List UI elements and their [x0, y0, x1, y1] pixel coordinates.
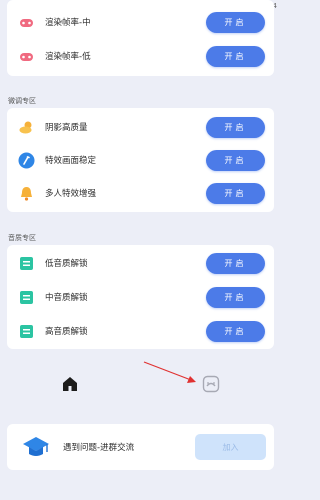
section-title: 微调专区: [8, 97, 36, 105]
list-item: 高音质解锁 开启: [7, 314, 274, 348]
row-label: 中音质解锁: [45, 293, 88, 303]
bell-icon: [18, 185, 35, 202]
enable-button[interactable]: 开启: [206, 320, 265, 342]
list-item: 阴影高质量 开启: [7, 110, 274, 144]
equalizer-icon: [18, 323, 35, 340]
equalizer-icon: [18, 255, 35, 272]
row-label: 渲染帧率-低: [45, 52, 91, 62]
row-label: 低音质解锁: [45, 259, 88, 269]
cloud-sun-icon: [18, 119, 35, 136]
section-title: 音质专区: [8, 234, 36, 242]
micro-card: 阴影高质量 开启 特效画面稳定 开启 多人特效增强 开启: [7, 108, 274, 212]
row-label: 渲染帧率-中: [45, 18, 91, 28]
list-item: 渲染帧率-中 开启: [7, 5, 274, 39]
enable-button[interactable]: 开启: [206, 149, 265, 171]
enable-button[interactable]: 开启: [206, 286, 265, 308]
enable-button[interactable]: 开启: [206, 252, 265, 274]
graduation-cap-icon: [21, 432, 51, 462]
enable-button[interactable]: 开启: [206, 116, 265, 138]
list-item: 低音质解锁 开启: [7, 246, 274, 280]
list-item: 渲染帧率-低 开启: [7, 39, 274, 73]
gamepad-icon: [18, 48, 35, 65]
row-label: 多人特效增强: [45, 189, 97, 199]
enable-button[interactable]: 开启: [206, 45, 265, 67]
render-card: 渲染帧率-中 开启 渲染帧率-低 开启: [7, 0, 274, 76]
join-button[interactable]: 加入: [195, 434, 266, 460]
row-label: 特效画面稳定: [45, 156, 97, 166]
audio-card: 低音质解锁 开启 中音质解锁 开启 高音质解锁 开启: [7, 245, 274, 349]
help-card: 遇到问题-进群交流 加入: [7, 424, 274, 470]
help-text: 遇到问题-进群交流: [63, 443, 135, 453]
gamepad-icon: [18, 14, 35, 31]
enable-button[interactable]: 开启: [206, 11, 265, 33]
home-icon[interactable]: [60, 374, 80, 394]
row-label: 高音质解锁: [45, 327, 88, 337]
list-item: 中音质解锁 开启: [7, 280, 274, 314]
equalizer-icon: [18, 289, 35, 306]
list-item: 特效画面稳定 开启: [7, 143, 274, 177]
bottom-nav: [0, 368, 281, 404]
wand-icon: [18, 152, 35, 169]
list-item: 多人特效增强 开启: [7, 176, 274, 210]
enable-button[interactable]: 开启: [206, 182, 265, 204]
gamepad-outline-icon[interactable]: [201, 374, 221, 394]
row-label: 阴影高质量: [45, 123, 88, 133]
